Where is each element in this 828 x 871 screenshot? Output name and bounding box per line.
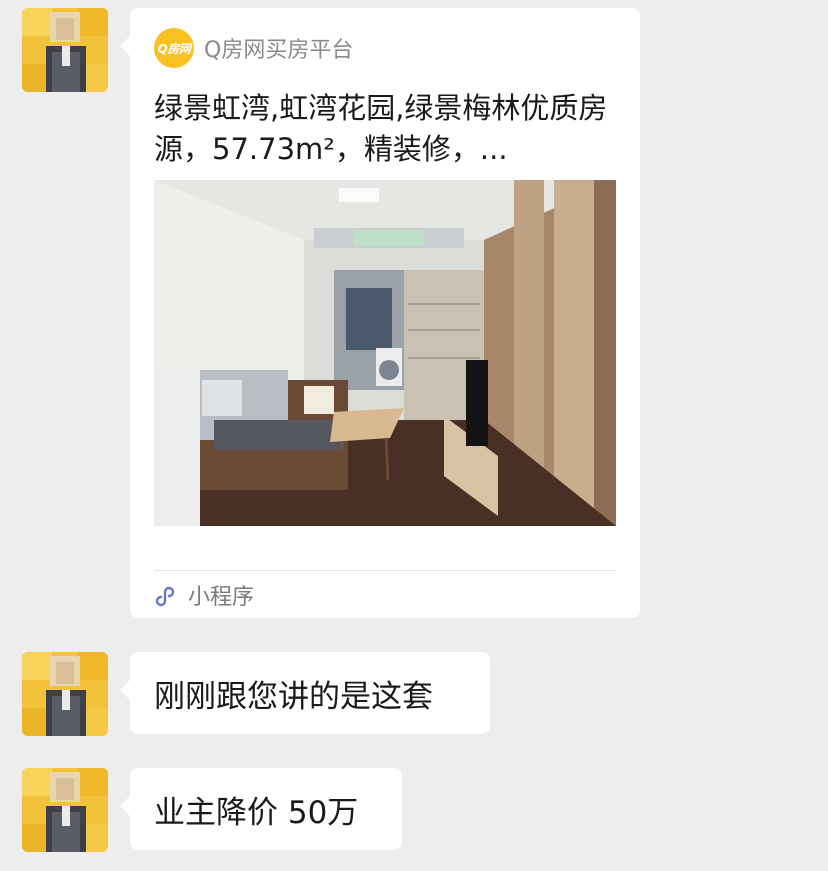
avatar[interactable] <box>22 768 108 852</box>
card-footer: 小程序 <box>154 580 254 610</box>
miniprogram-label: 小程序 <box>188 585 255 610</box>
miniprogram-card[interactable]: Q房网 Q房网买房平台 绿景虹湾,虹湾花园,绿景梅林优质房源，57.73m²，精… <box>120 8 640 618</box>
card-source: Q房网买房平台 <box>204 38 354 63</box>
logo-text: Q房网 <box>157 41 191 56</box>
card-header: Q房网 Q房网买房平台 <box>154 28 353 68</box>
message-text: 业主降价 50万 <box>154 794 359 831</box>
listing-photo <box>154 180 616 526</box>
avatar[interactable] <box>22 652 108 736</box>
card-divider <box>154 570 616 571</box>
card-title: 绿景虹湾,虹湾花园,绿景梅林优质房源，57.73m²，精装修，... <box>154 91 608 166</box>
qfang-logo-icon: Q房网 <box>154 28 194 68</box>
miniprogram-icon <box>155 586 175 607</box>
message-text: 刚刚跟您讲的是这套 <box>154 678 433 715</box>
message-bubble[interactable]: 刚刚跟您讲的是这套 <box>120 652 490 734</box>
message-bubble[interactable]: 业主降价 50万 <box>120 768 402 850</box>
avatar[interactable] <box>22 8 108 92</box>
